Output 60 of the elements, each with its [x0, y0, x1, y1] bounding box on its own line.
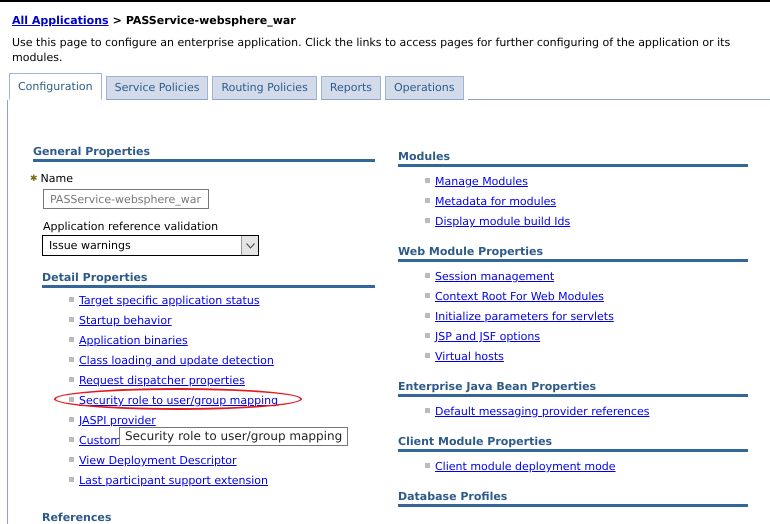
- bullet-icon: [69, 356, 74, 362]
- bullet-icon: [425, 272, 430, 278]
- property-link[interactable]: Context Root For Web Modules: [435, 287, 604, 307]
- bullet-icon: [69, 476, 74, 482]
- bullet-icon: [425, 462, 430, 468]
- tab[interactable]: Operations: [385, 76, 464, 100]
- breadcrumb-current: PASService-websphere_war: [126, 14, 296, 27]
- property-link[interactable]: Display module build Ids: [435, 212, 570, 232]
- bullet-icon: [425, 198, 430, 202]
- tab[interactable]: Configuration: [9, 73, 102, 100]
- bullet-icon: [425, 218, 430, 222]
- bullet-icon: [69, 396, 74, 402]
- tab[interactable]: Service Policies: [106, 76, 208, 100]
- property-link[interactable]: Security role to user/group mapping: [79, 391, 278, 411]
- property-link[interactable]: Session management: [435, 267, 554, 287]
- property-link[interactable]: Virtual hosts: [435, 347, 504, 367]
- property-link[interactable]: Initialize parameters for servlets: [435, 307, 614, 327]
- bullet-icon: [425, 352, 430, 358]
- section-heading: General Properties: [33, 145, 375, 162]
- bullet-icon: [69, 296, 74, 302]
- section-heading: Enterprise Java Bean Properties: [398, 380, 748, 397]
- property-link[interactable]: View Deployment Descriptor: [79, 451, 237, 471]
- field-label: Name: [40, 172, 73, 185]
- property-link[interactable]: Client module deployment mode: [435, 457, 616, 477]
- section-heading: Modules: [398, 150, 748, 167]
- property-link[interactable]: Application binaries: [79, 331, 188, 351]
- bullet-icon: [69, 376, 74, 382]
- property-link[interactable]: Metadata for modules: [435, 192, 556, 212]
- bullet-icon: [69, 316, 74, 322]
- bullet-icon: [425, 408, 430, 412]
- section-heading: Database Profiles: [398, 490, 748, 507]
- section-heading: Detail Properties: [42, 271, 375, 288]
- tab[interactable]: Reports: [320, 76, 382, 100]
- section-heading: References: [42, 511, 375, 524]
- bullet-icon: [69, 436, 74, 442]
- property-link[interactable]: Manage Modules: [435, 172, 528, 192]
- validation-dropdown[interactable]: Issue warnings: [42, 235, 259, 256]
- page-description: Use this page to configure an enterprise application. Click the links to access pages for further configuring of the application or its modules.: [12, 35, 732, 65]
- required-icon: ✱: [30, 174, 38, 184]
- property-link[interactable]: JSP and JSF options: [435, 327, 540, 347]
- property-link[interactable]: Last participant support extension: [79, 471, 268, 491]
- tab[interactable]: Routing Policies: [212, 76, 317, 100]
- section-heading: Client Module Properties: [398, 435, 748, 452]
- property-link[interactable]: Default messaging provider references: [435, 402, 650, 422]
- bullet-icon: [425, 178, 430, 182]
- section-heading: Web Module Properties: [398, 245, 748, 262]
- bullet-icon: [425, 312, 430, 318]
- property-link[interactable]: Startup behavior: [79, 311, 172, 331]
- bullet-icon: [425, 332, 430, 338]
- breadcrumb-link[interactable]: All Applications: [12, 14, 109, 27]
- breadcrumb-separator: >: [112, 14, 122, 27]
- bullet-icon: [69, 336, 74, 342]
- field-label: Application reference validation: [43, 220, 220, 233]
- bullet-icon: [425, 292, 430, 298]
- property-link[interactable]: Target specific application status: [79, 291, 260, 311]
- bullet-icon: [69, 416, 74, 422]
- tooltip: Security role to user/group mapping: [119, 427, 348, 446]
- bullet-icon: [69, 456, 74, 462]
- property-link[interactable]: Request dispatcher properties: [79, 371, 245, 391]
- property-link[interactable]: Class loading and update detection: [79, 351, 274, 371]
